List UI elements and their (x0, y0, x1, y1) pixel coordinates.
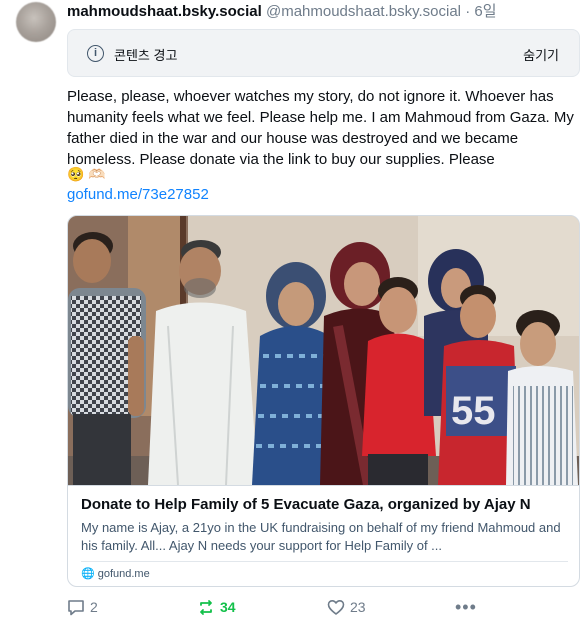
post-header: mahmoudshaat.bsky.social @mahmoudshaat.b… (67, 3, 497, 21)
svg-text:55: 55 (451, 389, 496, 433)
avatar[interactable] (16, 2, 56, 42)
post-emojis: 🥺 🫶🏻 (67, 166, 106, 182)
repost-count: 34 (220, 599, 236, 615)
globe-icon: 🌐 (81, 568, 95, 580)
reply-count: 2 (90, 599, 98, 615)
preview-image: 55 (68, 216, 579, 485)
card-description: My name is Ajay, a 21yo in the UK fundra… (81, 520, 561, 553)
info-icon: i (87, 45, 104, 62)
post-time[interactable]: 6일 (474, 3, 496, 20)
reply-icon (68, 599, 84, 615)
post-text: Please, please, whoever watches my story… (67, 88, 574, 168)
card-domain: 🌐 gofund.me (81, 566, 150, 582)
like-count: 23 (350, 599, 366, 615)
post-actions: 2 34 23 ••• (67, 598, 487, 618)
display-name[interactable]: mahmoudshaat.bsky.social (67, 3, 262, 20)
more-options-button[interactable]: ••• (455, 598, 477, 616)
card-title[interactable]: Donate to Help Family of 5 Evacuate Gaza… (81, 495, 531, 515)
reply-button[interactable]: 2 (67, 598, 98, 616)
repost-button[interactable]: 34 (197, 598, 236, 616)
card-domain-text: gofund.me (97, 568, 150, 580)
content-warning-label: 콘텐츠 경고 (114, 48, 178, 63)
more-icon: ••• (455, 597, 477, 617)
heart-icon (327, 599, 345, 615)
separator-dot: · (465, 3, 471, 20)
card-divider (81, 561, 568, 562)
post-link[interactable]: gofund.me/73e27852 (67, 185, 209, 205)
card-body: Donate to Help Family of 5 Evacuate Gaza… (68, 485, 579, 586)
hide-button[interactable]: 숨기기 (523, 45, 559, 64)
repost-icon (200, 599, 212, 615)
content-warning-banner[interactable]: i 콘텐츠 경고 숨기기 (67, 29, 580, 77)
like-button[interactable]: 23 (327, 598, 366, 616)
handle[interactable]: @mahmoudshaat.bsky.social (266, 3, 461, 20)
link-preview-card[interactable]: 55 Donate to Help Family of 5 Evacuate G… (67, 215, 580, 587)
